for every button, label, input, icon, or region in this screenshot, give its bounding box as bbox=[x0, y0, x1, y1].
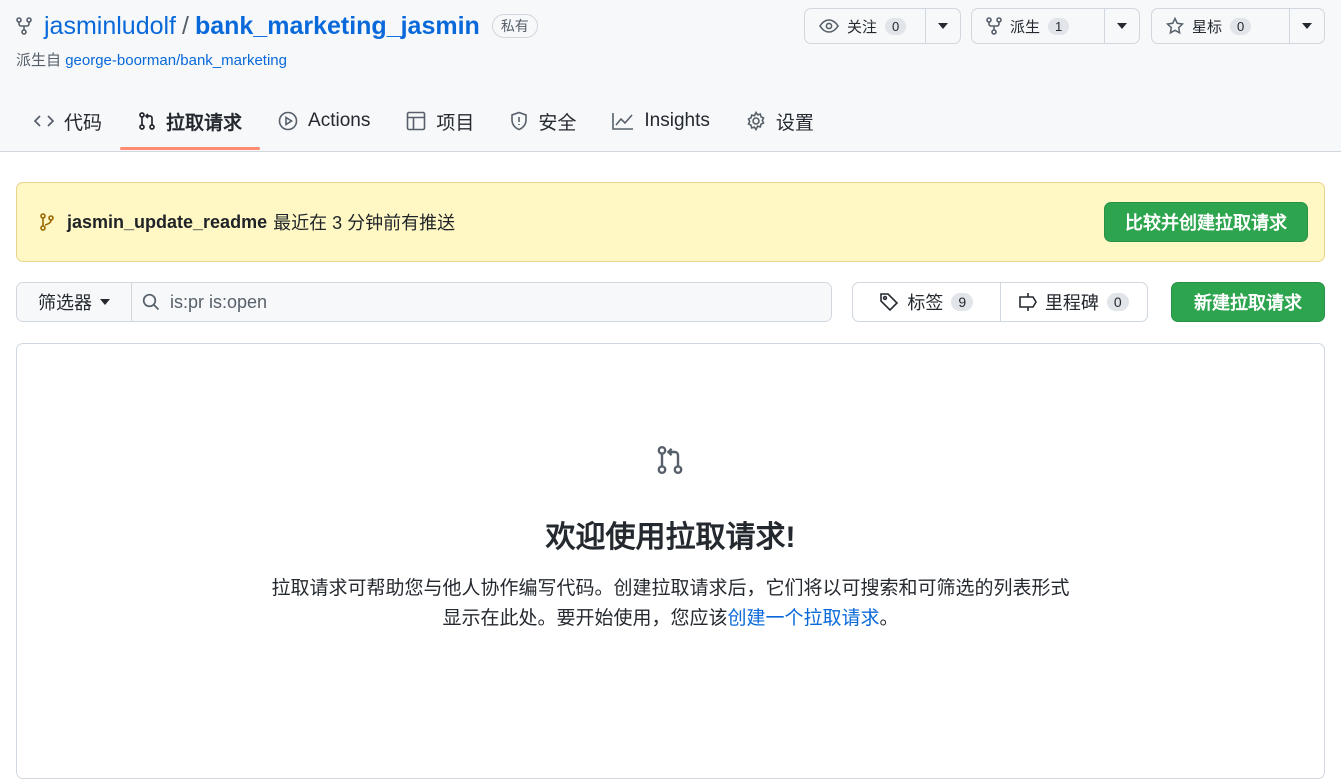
labels-count: 9 bbox=[951, 293, 974, 311]
graph-icon bbox=[612, 112, 634, 130]
labels-button[interactable]: 标签 9 bbox=[853, 283, 1000, 321]
triangle-down-icon bbox=[1117, 23, 1127, 29]
tab-label: Insights bbox=[644, 110, 710, 131]
watch-button-group: 关注 0 bbox=[804, 8, 961, 44]
repo-title: jasminludolf / bank_marketing_jasmin 私有 bbox=[16, 10, 538, 42]
play-icon bbox=[278, 111, 298, 131]
visibility-badge: 私有 bbox=[491, 14, 538, 38]
star-dropdown-button[interactable] bbox=[1290, 9, 1324, 43]
eye-icon bbox=[819, 19, 839, 33]
tab-label: 项目 bbox=[436, 112, 475, 134]
star-icon bbox=[1166, 17, 1184, 35]
pull-request-icon bbox=[138, 111, 156, 131]
gear-icon bbox=[746, 111, 766, 131]
watch-count: 0 bbox=[885, 17, 907, 35]
tab-projects[interactable]: 项目 bbox=[388, 92, 492, 150]
code-icon bbox=[34, 114, 54, 128]
pushed-branch-name: jasmin_update_readme bbox=[67, 211, 268, 232]
triangle-down-icon bbox=[1302, 23, 1312, 29]
fork-icon bbox=[986, 17, 1002, 35]
labels-label: 标签 bbox=[907, 293, 944, 313]
fork-label: 派生 bbox=[1010, 18, 1041, 36]
fork-count: 1 bbox=[1048, 17, 1070, 35]
watch-label: 关注 bbox=[847, 18, 878, 36]
fork-button-group: 派生 1 bbox=[971, 8, 1140, 44]
tab-label: Actions bbox=[308, 110, 371, 131]
tab-label: 设置 bbox=[775, 112, 814, 134]
blankslate-description: 拉取请求可帮助您与他人协作编写代码。创建拉取请求后，它们将以可搜索和可筛选的列表… bbox=[271, 578, 1070, 599]
blankslate-title: 欢迎使用拉取请求! bbox=[545, 521, 796, 554]
repo-header: jasminludolf / bank_marketing_jasmin 私有 … bbox=[0, 0, 1341, 152]
blankslate-text-end: 。 bbox=[879, 608, 899, 629]
tab-insights[interactable]: Insights bbox=[594, 92, 727, 150]
fork-dropdown-button[interactable] bbox=[1105, 9, 1139, 43]
git-branch-icon bbox=[39, 213, 55, 231]
milestones-label: 里程碑 bbox=[1044, 293, 1099, 313]
filters-label: 筛选器 bbox=[38, 293, 92, 313]
labels-milestones-group: 标签 9 里程碑 0 bbox=[852, 282, 1148, 322]
tab-label: 拉取请求 bbox=[166, 112, 243, 134]
milestones-count: 0 bbox=[1106, 293, 1129, 311]
filter-bar: 筛选器 bbox=[16, 282, 832, 322]
tab-pull-requests[interactable]: 拉取请求 bbox=[120, 92, 261, 150]
tag-icon bbox=[879, 292, 899, 312]
fork-button[interactable]: 派生 1 bbox=[972, 9, 1105, 43]
blankslate-text: 显示在此处。要开始使用，您应该 bbox=[442, 608, 728, 629]
repo-name-link[interactable]: bank_marketing_jasmin bbox=[195, 12, 480, 41]
repo-forked-icon bbox=[16, 17, 32, 35]
forked-from-link[interactable]: george-boorman/bank_marketing bbox=[65, 52, 287, 69]
blankslate: 欢迎使用拉取请求! 拉取请求可帮助您与他人协作编写代码。创建拉取请求后，它们将以… bbox=[16, 343, 1325, 779]
repo-path-separator: / bbox=[182, 11, 189, 40]
star-button-group: 星标 0 bbox=[1151, 8, 1325, 44]
star-label: 星标 bbox=[1192, 18, 1223, 36]
create-pull-request-link[interactable]: 创建一个拉取请求 bbox=[727, 608, 879, 629]
search-box bbox=[132, 283, 831, 321]
search-input[interactable] bbox=[170, 291, 770, 313]
forked-from-prefix: 派生自 bbox=[16, 52, 62, 69]
forked-from: 派生自 george-boorman/bank_marketing bbox=[16, 49, 287, 70]
recent-push-banner: jasmin_update_readme 最近在 3 分钟前有推送 比较并创建拉… bbox=[16, 182, 1325, 262]
new-pull-request-button[interactable]: 新建拉取请求 bbox=[1171, 282, 1325, 322]
milestone-icon bbox=[1019, 292, 1037, 312]
tab-security[interactable]: 安全 bbox=[492, 92, 594, 150]
triangle-down-icon bbox=[100, 299, 110, 305]
tab-label: 安全 bbox=[538, 112, 577, 134]
star-count: 0 bbox=[1230, 17, 1252, 35]
pull-request-icon bbox=[655, 444, 685, 476]
watch-dropdown-button[interactable] bbox=[926, 9, 960, 43]
repo-owner-link[interactable]: jasminludolf bbox=[44, 12, 176, 41]
tab-code[interactable]: 代码 bbox=[16, 92, 120, 150]
tab-actions[interactable]: Actions bbox=[260, 92, 388, 150]
triangle-down-icon bbox=[938, 23, 948, 29]
search-icon bbox=[142, 293, 160, 311]
pushed-time-text: 最近在 3 分钟前有推送 bbox=[273, 213, 456, 233]
repo-nav-tabs: 代码 拉取请求 Actions 项目 安全 Insights 设置 bbox=[16, 92, 832, 152]
filters-dropdown-button[interactable]: 筛选器 bbox=[17, 283, 132, 321]
table-icon bbox=[406, 111, 426, 131]
watch-button[interactable]: 关注 0 bbox=[805, 9, 926, 43]
tab-label: 代码 bbox=[64, 112, 103, 134]
shield-icon bbox=[510, 111, 528, 131]
compare-and-pull-request-button[interactable]: 比较并创建拉取请求 bbox=[1104, 202, 1308, 242]
star-button[interactable]: 星标 0 bbox=[1152, 9, 1290, 43]
tab-settings[interactable]: 设置 bbox=[728, 92, 832, 150]
milestones-button[interactable]: 里程碑 0 bbox=[999, 283, 1148, 321]
blankslate-description-cont: 显示在此处。要开始使用，您应该创建一个拉取请求。 bbox=[17, 604, 1324, 634]
